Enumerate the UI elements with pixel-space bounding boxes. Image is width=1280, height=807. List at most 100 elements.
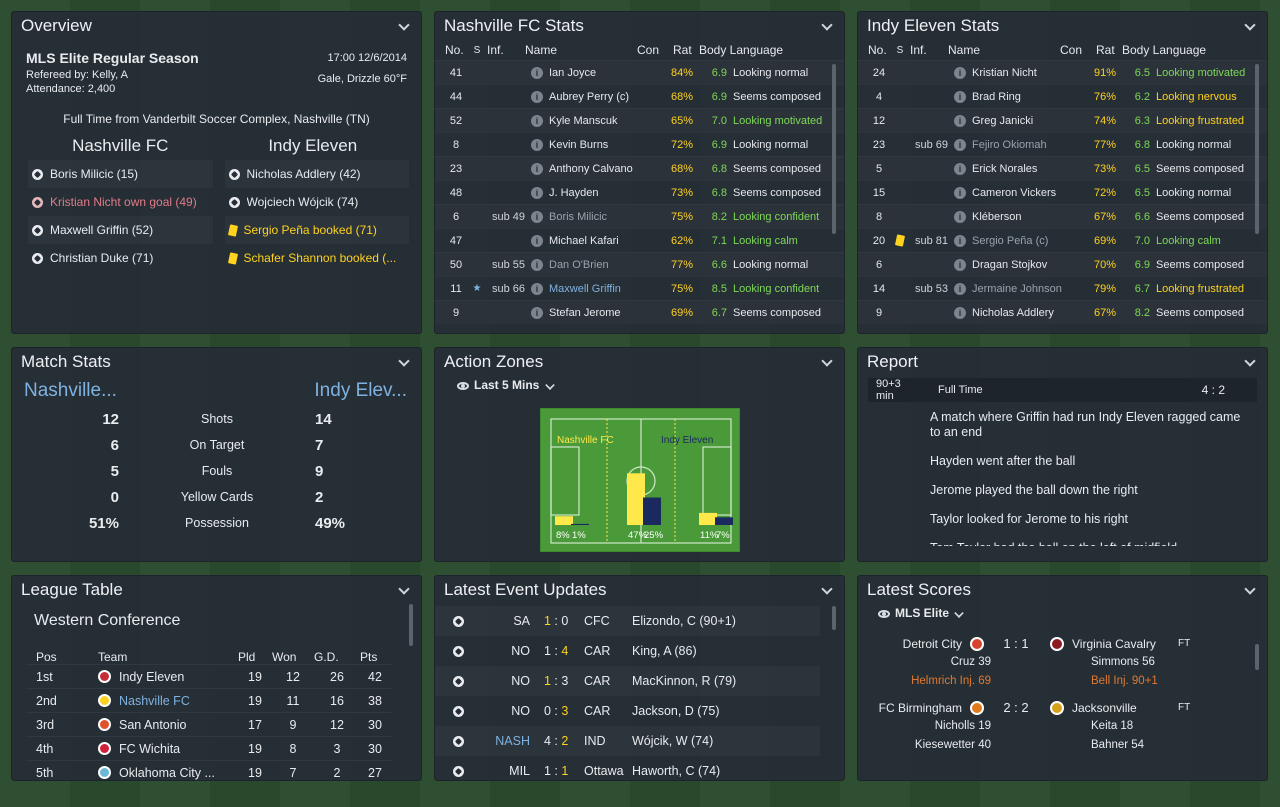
overview-event[interactable]: Nicholas Addlery (42): [225, 160, 410, 188]
col-no[interactable]: No.: [445, 43, 467, 57]
player-name[interactable]: Fejiro Okiomah: [972, 139, 1078, 151]
info-icon[interactable]: i: [531, 234, 543, 247]
info-icon[interactable]: i: [531, 282, 543, 295]
player-row[interactable]: 23 sub 69 i Fejiro Okiomah 77% 6.8 Looking nor…: [858, 132, 1267, 156]
overview-event[interactable]: Schafer Shannon booked (...: [225, 244, 410, 272]
event-opponent[interactable]: Ottawa: [584, 764, 632, 778]
overview-event[interactable]: Kristian Nicht own goal (49): [28, 188, 213, 216]
col-inf[interactable]: Inf.: [910, 43, 948, 57]
col-body-language[interactable]: Body Language: [699, 43, 783, 57]
overview-event[interactable]: Wojciech Wójcik (74): [225, 188, 410, 216]
event-row[interactable]: MIL 1 : 1 Ottawa Haworth, C (74): [435, 756, 820, 780]
info-icon[interactable]: i: [531, 186, 543, 199]
player-name[interactable]: Jermaine Johnson: [972, 283, 1078, 295]
event-team[interactable]: SA: [464, 614, 530, 628]
event-row[interactable]: SA 1 : 0 CFC Elizondo, C (90+1): [435, 606, 820, 636]
event-row[interactable]: NO 1 : 4 CAR King, A (86): [435, 636, 820, 666]
chevron-down-icon[interactable]: [397, 583, 411, 597]
player-row[interactable]: 12 i Greg Janicki 74% 6.3 Looking frustrated: [858, 108, 1267, 132]
info-icon[interactable]: i: [954, 186, 966, 199]
player-name[interactable]: Nicholas Addlery: [972, 307, 1078, 319]
player-name[interactable]: Greg Janicki: [972, 115, 1078, 127]
player-row[interactable]: 6 i Dragan Stojkov 70% 6.9 Seems composed: [858, 252, 1267, 276]
player-name[interactable]: Kléberson: [972, 211, 1078, 223]
player-row[interactable]: 47 i Michael Kafari 62% 7.1 Looking calm: [435, 228, 844, 252]
info-icon[interactable]: i: [954, 138, 966, 151]
info-icon[interactable]: i: [531, 138, 543, 151]
event-opponent[interactable]: IND: [584, 734, 632, 748]
ms-home-team[interactable]: Nashville...: [24, 380, 117, 402]
player-row[interactable]: 50 sub 55 i Dan O'Brien 77% 6.6 Looking normal: [435, 252, 844, 276]
event-opponent[interactable]: CAR: [584, 644, 632, 658]
info-icon[interactable]: i: [531, 306, 543, 319]
player-row[interactable]: 6 sub 49 i Boris Milicic 75% 8.2 Looking confi…: [435, 204, 844, 228]
player-row[interactable]: 20 sub 81 i Sergio Peña (c) 69% 7.0 Looking ca…: [858, 228, 1267, 252]
col-name[interactable]: Name: [948, 43, 1060, 57]
scrollbar[interactable]: [409, 604, 413, 646]
player-name[interactable]: Boris Milicic: [549, 211, 655, 223]
info-icon[interactable]: i: [954, 306, 966, 319]
player-name[interactable]: Kristian Nicht: [972, 67, 1078, 79]
player-row[interactable]: 9 i Stefan Jerome 69% 6.7 Seems composed: [435, 300, 844, 324]
player-row[interactable]: 15 i Cameron Vickers 72% 6.5 Looking normal: [858, 180, 1267, 204]
player-row[interactable]: 44 i Aubrey Perry (c) 68% 6.9 Seems composed: [435, 84, 844, 108]
info-icon[interactable]: i: [531, 90, 543, 103]
event-team[interactable]: NO: [464, 704, 530, 718]
info-icon[interactable]: i: [531, 258, 543, 271]
scores-filter[interactable]: MLS Elite: [858, 604, 1267, 621]
col-inf[interactable]: Inf.: [487, 43, 525, 57]
info-icon[interactable]: i: [531, 66, 543, 79]
player-name[interactable]: Dragan Stojkov: [972, 259, 1078, 271]
info-icon[interactable]: i: [531, 162, 543, 175]
league-row[interactable]: 5th Oklahoma City ... 19 7 2 27: [26, 760, 391, 780]
event-team[interactable]: NO: [464, 644, 530, 658]
info-icon[interactable]: i: [954, 90, 966, 103]
info-icon[interactable]: i: [954, 162, 966, 175]
player-row[interactable]: 24 i Kristian Nicht 91% 6.5 Looking motivated: [858, 60, 1267, 84]
overview-event[interactable]: Boris Milicic (15): [28, 160, 213, 188]
score-match[interactable]: Detroit City 1 : 1 Virginia Cavalry FT Cruz …: [858, 635, 1243, 691]
info-icon[interactable]: i: [531, 210, 543, 223]
away-team[interactable]: Virginia Cavalry: [1072, 637, 1178, 651]
chevron-down-icon[interactable]: [1243, 583, 1257, 597]
player-name[interactable]: Sergio Peña (c): [972, 235, 1078, 247]
event-team[interactable]: NO: [464, 674, 530, 688]
player-name[interactable]: Cameron Vickers: [972, 187, 1078, 199]
chevron-down-icon[interactable]: [820, 583, 834, 597]
chevron-down-icon[interactable]: [1243, 355, 1257, 369]
player-name[interactable]: J. Hayden: [549, 187, 655, 199]
info-icon[interactable]: i: [954, 282, 966, 295]
chevron-down-icon[interactable]: [820, 355, 834, 369]
league-row[interactable]: 3rd San Antonio 17 9 12 30: [26, 712, 391, 736]
event-row[interactable]: NO 0 : 3 CAR Jackson, D (75): [435, 696, 820, 726]
col-name[interactable]: Name: [525, 43, 637, 57]
player-name[interactable]: Maxwell Griffin: [549, 283, 655, 295]
player-name[interactable]: Anthony Calvano: [549, 163, 655, 175]
col-pos[interactable]: Pos: [36, 650, 98, 664]
col-rat[interactable]: Rat: [673, 43, 699, 57]
player-row[interactable]: 52 i Kyle Manscuk 65% 7.0 Looking motivated: [435, 108, 844, 132]
col-s[interactable]: S: [890, 45, 910, 56]
col-won[interactable]: Won: [272, 650, 314, 664]
event-row[interactable]: NASH 4 : 2 IND Wójcik, W (74): [435, 726, 820, 756]
info-icon[interactable]: i: [954, 258, 966, 271]
score-match[interactable]: FC Birmingham 2 : 2 Jacksonville FT Nicholls…: [858, 699, 1243, 755]
ms-away-team[interactable]: Indy Elev...: [314, 380, 407, 402]
chevron-down-icon[interactable]: [397, 355, 411, 369]
player-row[interactable]: 8 i Kléberson 67% 6.6 Seems composed: [858, 204, 1267, 228]
event-opponent[interactable]: CAR: [584, 674, 632, 688]
player-name[interactable]: Michael Kafari: [549, 235, 655, 247]
col-body-language[interactable]: Body Language: [1122, 43, 1206, 57]
overview-event[interactable]: Christian Duke (71): [28, 244, 213, 272]
az-filter[interactable]: Last 5 Mins: [435, 376, 844, 393]
player-row[interactable]: 8 i Kevin Burns 72% 6.9 Looking normal: [435, 132, 844, 156]
col-gd[interactable]: G.D.: [314, 650, 360, 664]
player-row[interactable]: 9 i Nicholas Addlery 67% 8.2 Seems composed: [858, 300, 1267, 324]
col-pld[interactable]: Pld: [238, 650, 272, 664]
team-name[interactable]: FC Wichita: [119, 742, 238, 756]
player-name[interactable]: Dan O'Brien: [549, 259, 655, 271]
col-no[interactable]: No.: [868, 43, 890, 57]
overview-event[interactable]: Sergio Peña booked (71): [225, 216, 410, 244]
player-name[interactable]: Kevin Burns: [549, 139, 655, 151]
col-rat[interactable]: Rat: [1096, 43, 1122, 57]
